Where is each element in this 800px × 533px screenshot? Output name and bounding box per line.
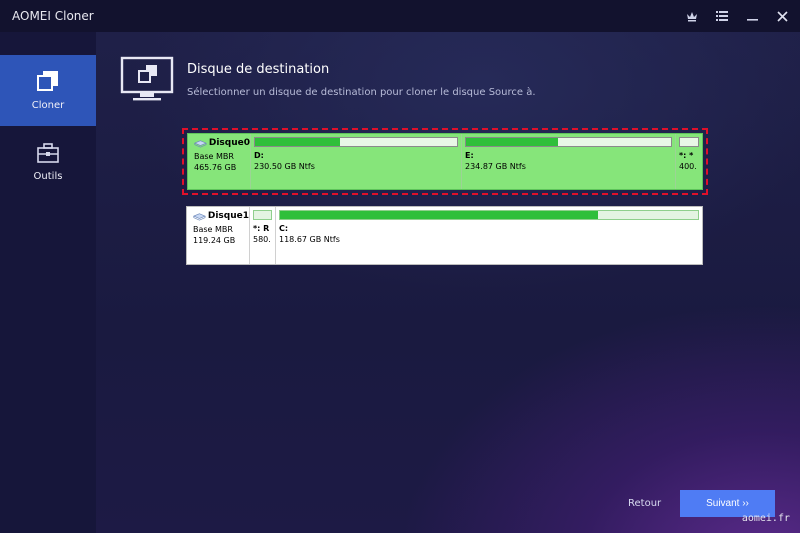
window-title: AOMEI Cloner xyxy=(12,9,94,23)
upgrade-button[interactable] xyxy=(677,0,707,32)
partition-letter: *: R xyxy=(253,224,270,233)
partition-reserved[interactable]: *: R 580. xyxy=(250,207,276,264)
usage-bar xyxy=(465,137,672,147)
partition-info: 234.87 GB Ntfs xyxy=(465,162,526,171)
title-bar: AOMEI Cloner xyxy=(0,0,800,32)
menu-button[interactable] xyxy=(707,0,737,32)
menu-icon xyxy=(716,11,728,21)
sidebar-item-cloner[interactable]: Cloner xyxy=(0,55,96,126)
partition-letter: E: xyxy=(465,151,474,160)
partition-letter: D: xyxy=(254,151,264,160)
toolbox-icon xyxy=(37,142,59,163)
minimize-button[interactable] xyxy=(737,0,767,32)
watermark: aomei.fr xyxy=(741,513,790,524)
partition-info: 118.67 GB Ntfs xyxy=(279,235,340,244)
disk-name: Disque1 xyxy=(207,211,249,221)
partition-info: 230.50 GB Ntfs xyxy=(254,162,315,171)
disk-type: Base MBR xyxy=(194,152,234,161)
disk-info: Disque1 Base MBR 119.24 GB xyxy=(187,207,250,264)
disk-icon xyxy=(194,140,207,148)
close-icon xyxy=(776,10,788,22)
partition-info: 400. xyxy=(679,162,697,171)
clone-icon xyxy=(37,71,58,91)
usage-fill xyxy=(255,138,340,146)
monitor-icon xyxy=(120,56,174,101)
usage-bar xyxy=(279,210,699,220)
crown-icon xyxy=(687,11,697,21)
disk-info: Disque0 Base MBR 465.76 GB xyxy=(188,134,251,189)
partition-c[interactable]: C: 118.67 GB Ntfs xyxy=(276,207,702,264)
disk-size: 465.76 GB xyxy=(194,163,237,172)
sidebar-item-label: Cloner xyxy=(31,100,65,111)
partition-info: 580. xyxy=(253,235,271,244)
page-subtitle: Sélectionner un disque de destination po… xyxy=(187,87,536,98)
disk-card-disque1[interactable]: Disque1 Base MBR 119.24 GB *: R 580. C: … xyxy=(186,206,703,265)
sidebar-item-outils[interactable]: Outils xyxy=(0,126,96,198)
usage-bar xyxy=(254,137,458,147)
partition-letter: *: * xyxy=(679,151,694,160)
disk-name: Disque0 xyxy=(208,138,250,148)
selected-disk-outline: Disque0 Base MBR 465.76 GB D: 230.50 GB … xyxy=(182,128,708,195)
usage-bar xyxy=(679,137,699,147)
usage-bar xyxy=(253,210,272,220)
main-panel: Disque de destination Sélectionner un di… xyxy=(96,32,800,533)
partition-letter: C: xyxy=(279,224,289,233)
usage-fill xyxy=(280,211,598,219)
disk-icon xyxy=(193,213,206,221)
disk-title: Disque0 xyxy=(194,138,250,149)
partition-d[interactable]: D: 230.50 GB Ntfs xyxy=(251,134,462,189)
back-button[interactable]: Retour xyxy=(628,498,661,509)
minimize-icon xyxy=(746,19,758,21)
partition-e[interactable]: E: 234.87 GB Ntfs xyxy=(462,134,676,189)
disk-type: Base MBR xyxy=(193,225,233,234)
disk-title: Disque1 xyxy=(193,211,249,222)
usage-fill xyxy=(466,138,559,146)
close-button[interactable] xyxy=(767,0,797,32)
partition-other[interactable]: *: * 400. xyxy=(676,134,702,189)
sidebar-item-label: Outils xyxy=(33,170,63,182)
disk-size: 119.24 GB xyxy=(193,236,236,245)
sidebar: Cloner Outils xyxy=(0,32,96,533)
page-title: Disque de destination xyxy=(187,62,330,77)
disk-card-disque0[interactable]: Disque0 Base MBR 465.76 GB D: 230.50 GB … xyxy=(187,133,703,190)
